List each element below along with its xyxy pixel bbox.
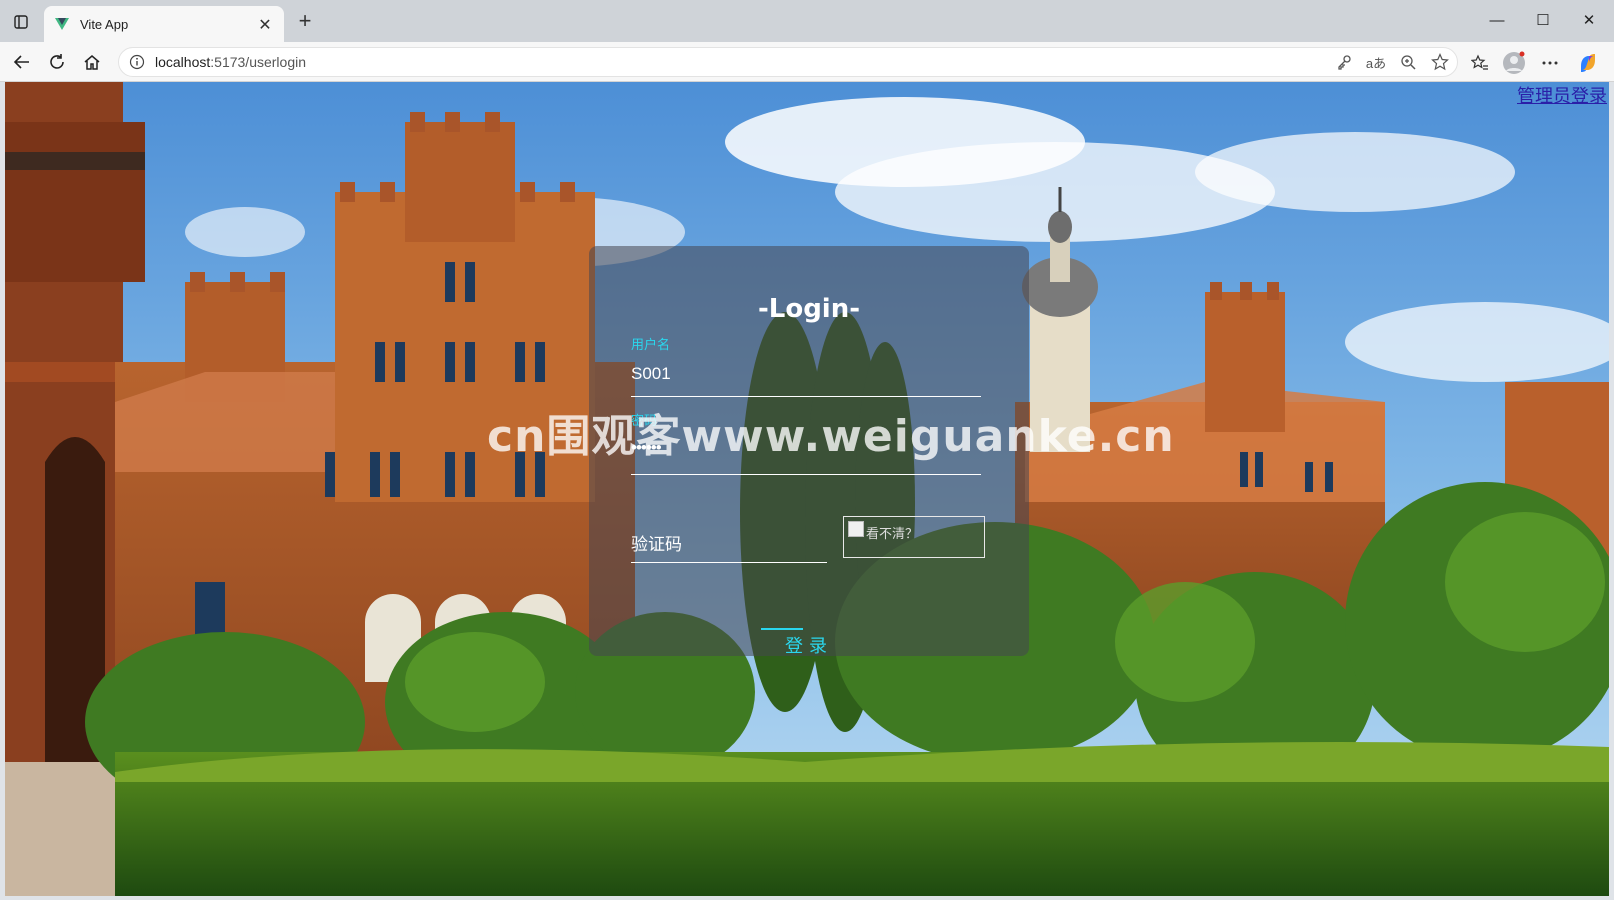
- site-info-icon[interactable]: [129, 54, 145, 70]
- maximize-button[interactable]: ☐: [1520, 6, 1566, 34]
- login-button-accent: [761, 628, 803, 630]
- back-icon[interactable]: [8, 48, 36, 76]
- password-input[interactable]: ••••••: [631, 438, 662, 458]
- address-bar[interactable]: localhost:5173/userlogin aあ: [118, 47, 1458, 77]
- browser-tab[interactable]: Vite App ✕: [44, 6, 284, 42]
- key-icon[interactable]: [1329, 50, 1359, 74]
- captcha-field[interactable]: 验证码: [631, 522, 827, 566]
- zoom-icon[interactable]: [1393, 50, 1423, 74]
- url-text: localhost:5173/userlogin: [155, 54, 307, 70]
- page-viewport: 管理员登录 -Login- 用户名 S001 密码 •••••• 验证码 看不清…: [5, 82, 1609, 896]
- tab-actions-icon[interactable]: [8, 9, 34, 35]
- captcha-alt-text: 看不清？: [866, 527, 919, 542]
- profile-avatar-icon[interactable]: [1500, 49, 1528, 77]
- favorites-icon[interactable]: [1466, 49, 1494, 77]
- login-title: -Login-: [757, 294, 861, 324]
- login-button[interactable]: 登录: [769, 632, 849, 658]
- minimize-button[interactable]: —: [1474, 6, 1520, 34]
- translate-icon[interactable]: aあ: [1361, 50, 1391, 74]
- browser-tab-bar: Vite App ✕ + — ☐ ✕: [0, 0, 1614, 42]
- username-field[interactable]: 用户名 S001: [631, 334, 981, 398]
- browser-toolbar: localhost:5173/userlogin aあ: [0, 42, 1614, 82]
- home-icon[interactable]: [78, 48, 106, 76]
- favorite-star-icon[interactable]: [1425, 50, 1455, 74]
- more-menu-icon[interactable]: [1536, 49, 1564, 77]
- password-label: 密码: [631, 414, 658, 429]
- broken-image-icon: [848, 521, 864, 537]
- username-label: 用户名: [631, 338, 671, 353]
- login-panel: -Login- 用户名 S001 密码 •••••• 验证码 看不清？ 登录: [589, 246, 1029, 658]
- password-field[interactable]: 密码 ••••••: [631, 410, 981, 476]
- username-input[interactable]: S001: [631, 364, 671, 384]
- password-underline: [631, 474, 981, 475]
- copilot-icon[interactable]: [1574, 49, 1602, 77]
- tab-title: Vite App: [80, 16, 129, 32]
- captcha-underline: [631, 562, 827, 563]
- close-window-button[interactable]: ✕: [1566, 6, 1612, 34]
- new-tab-button[interactable]: +: [292, 8, 318, 34]
- captcha-input[interactable]: 验证码: [631, 530, 682, 555]
- username-underline: [631, 396, 981, 397]
- admin-login-link[interactable]: 管理员登录: [1517, 82, 1607, 108]
- tab-close-icon[interactable]: ✕: [256, 15, 274, 34]
- vite-logo-icon: [55, 18, 69, 30]
- captcha-image[interactable]: 看不清？: [843, 516, 985, 558]
- reload-icon[interactable]: [43, 48, 71, 76]
